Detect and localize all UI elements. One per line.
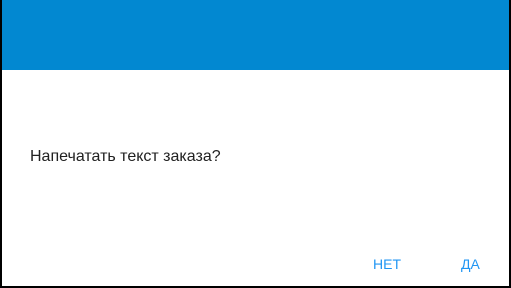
dialog-message: Напечатать текст заказа?: [30, 148, 221, 165]
dialog-title-bar: [2, 0, 509, 70]
yes-button[interactable]: ДА: [455, 248, 486, 280]
confirm-dialog: Напечатать текст заказа? НЕТ ДА: [0, 0, 511, 288]
no-button[interactable]: НЕТ: [367, 248, 407, 280]
